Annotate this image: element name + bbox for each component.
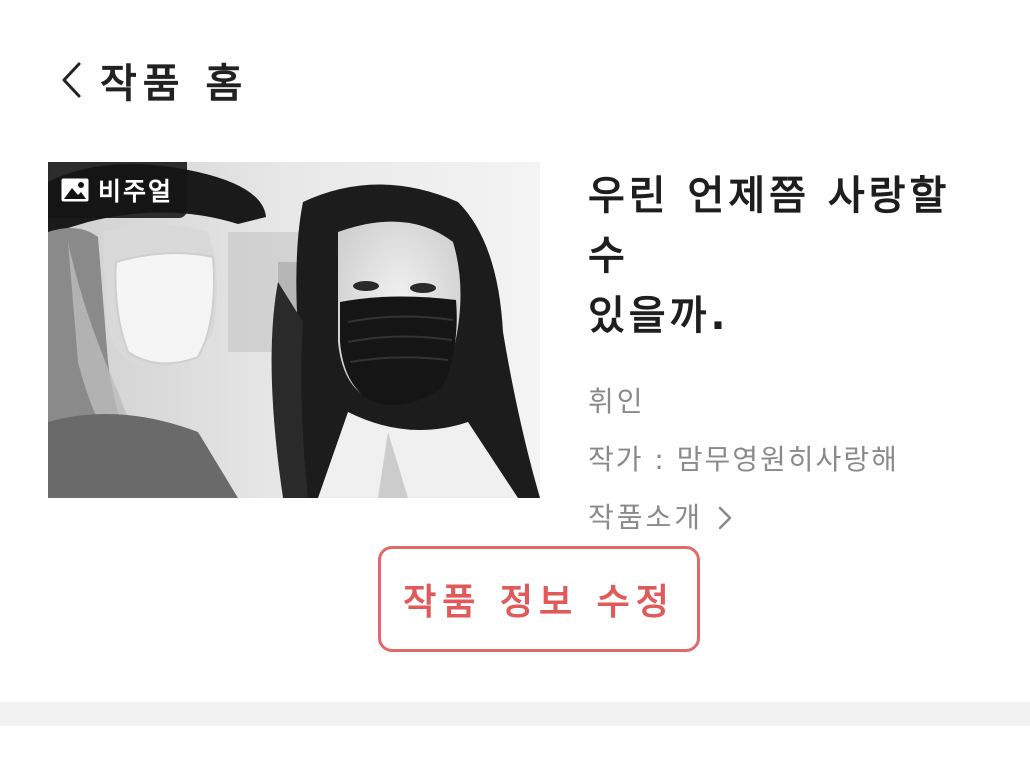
- work-title-line1: 우린 언제쯤 사랑할 수: [588, 173, 951, 279]
- work-info: 우린 언제쯤 사랑할 수 있을까. 휘인 작가 : 맘무영원히사랑해 작품소개: [588, 166, 1008, 536]
- chevron-left-icon[interactable]: [56, 60, 86, 100]
- visual-badge: 비주얼: [48, 162, 188, 218]
- image-icon: [61, 178, 89, 202]
- chevron-right-icon: [718, 506, 732, 530]
- work-title: 우린 언제쯤 사랑할 수 있을까.: [588, 166, 1008, 346]
- work-intro-label: 작품소개: [588, 501, 704, 534]
- visual-badge-label: 비주얼: [98, 177, 174, 206]
- work-intro-link[interactable]: 작품소개: [588, 500, 733, 536]
- work-home-page: 작품 홈 비주얼 우린 언제쯤 사랑할 수 있을까. 휘인 작가: 맘무영원히…: [0, 0, 1030, 773]
- work-author: 작가 : 맘무영원히사랑해: [588, 443, 899, 476]
- work-genre: 휘인: [588, 385, 646, 418]
- edit-work-info-button[interactable]: 작품 정보 수정: [378, 546, 700, 652]
- page-title: 작품 홈: [100, 61, 249, 107]
- section-divider: [0, 702, 1030, 726]
- edit-work-info-label: 작품 정보 수정: [403, 582, 675, 623]
- header: 작품 홈: [56, 52, 248, 108]
- cover-image[interactable]: 비주얼: [48, 162, 540, 498]
- work-title-line2: 있을까.: [588, 293, 730, 339]
